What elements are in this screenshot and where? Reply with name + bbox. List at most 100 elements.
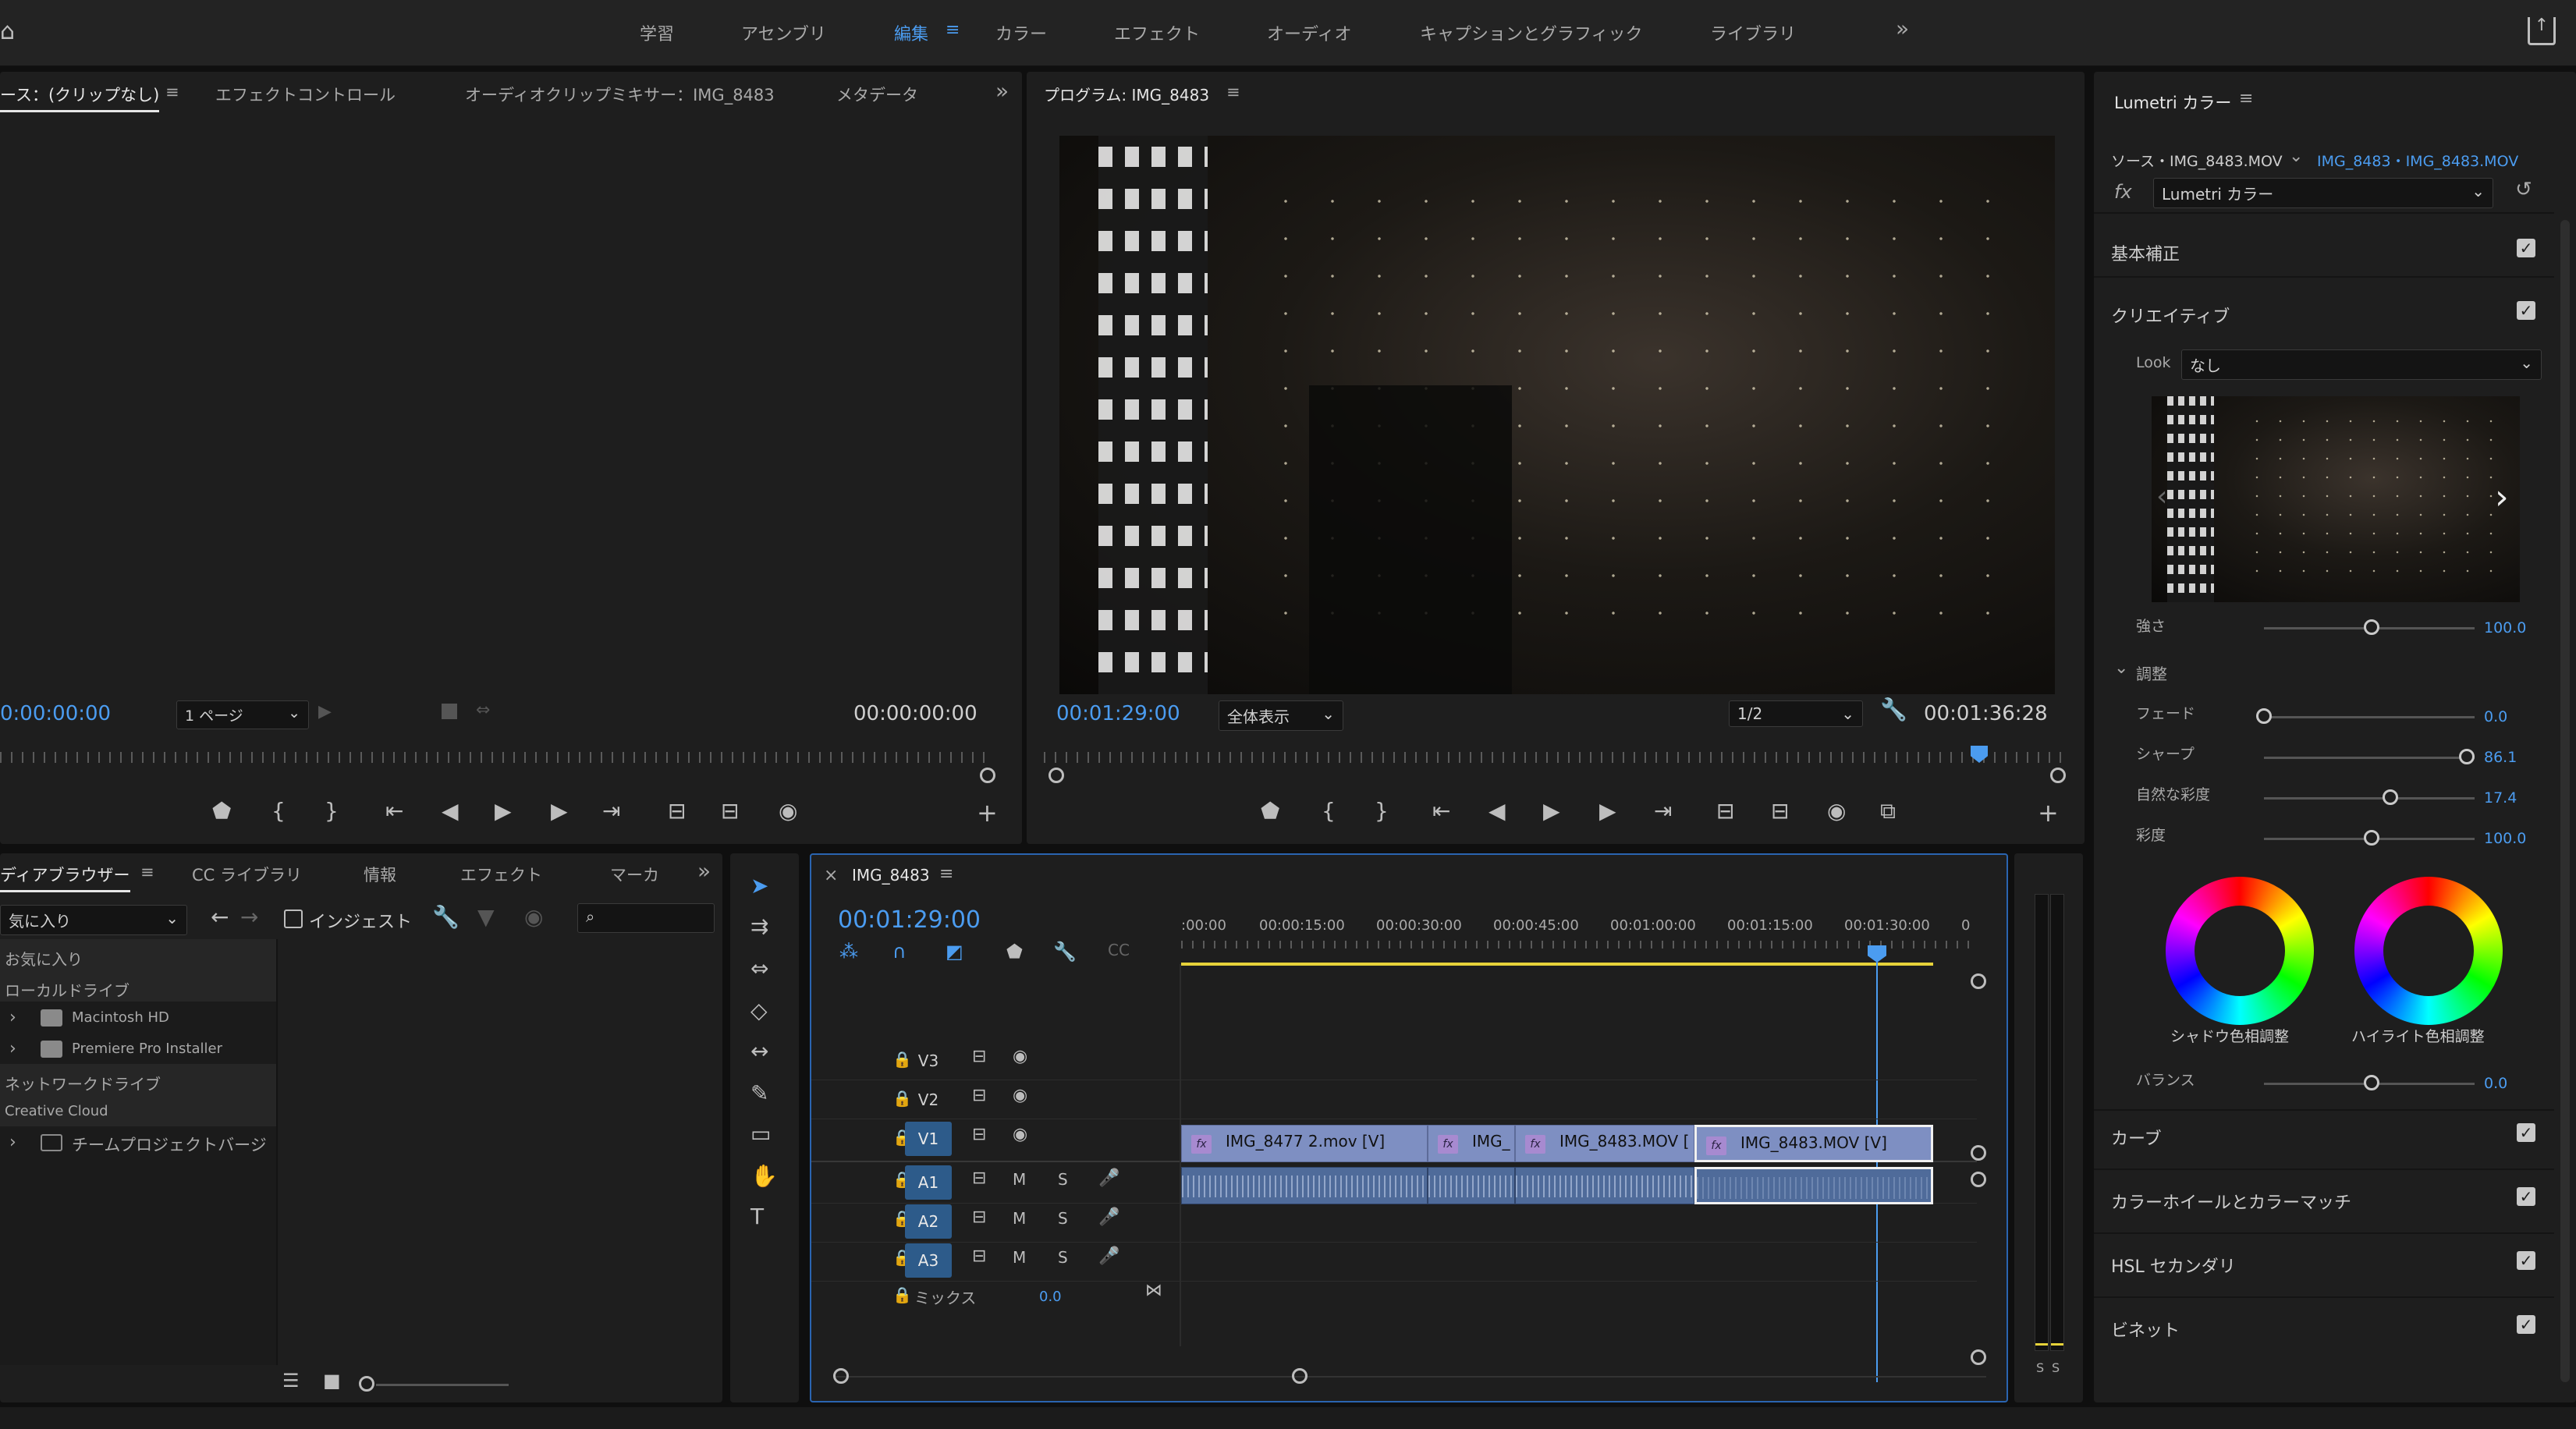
chevron-right-icon[interactable]: › [9,1039,16,1058]
tree-row-3[interactable]: › Premiere Pro Installer [0,1033,276,1064]
source-playhead-end[interactable] [980,768,995,783]
more-workspaces-icon[interactable]: » [1896,16,1909,41]
sequence-name[interactable]: IMG_8483 [852,866,930,885]
filter-icon[interactable]: ▼ [477,906,495,928]
video-clip-selected[interactable]: fx IMG_8483.MOV [V] [1694,1125,1933,1162]
step-forward-icon[interactable]: ▶ [551,800,568,822]
wheels-enable-checkbox[interactable]: ✓ [2517,1187,2535,1206]
go-to-in-icon[interactable]: ⇤ [1432,800,1450,822]
workspace-tab-effects[interactable]: エフェクト [1114,20,1200,45]
vignette-enable-checkbox[interactable]: ✓ [2517,1315,2535,1334]
video-clip[interactable]: fx IMG_8483.MOV [ [1515,1125,1694,1162]
lift-icon[interactable]: ⊟ [1716,800,1734,822]
program-time-ruler[interactable] [1044,752,2066,763]
mute-button[interactable]: M [1013,1250,1026,1265]
adjust-chevron-icon[interactable]: ⌄ [2114,658,2128,678]
timeline-timecode[interactable]: 00:01:29:00 [838,906,981,934]
wrench-icon[interactable]: 🔧 [432,906,459,928]
snap-icon[interactable]: ⁂ [839,942,858,961]
icon-view-icon[interactable]: ■ [323,1371,341,1390]
meter-solo-right[interactable]: S [2052,1360,2060,1375]
wrench-icon[interactable]: 🔧 [1880,699,1907,721]
source-timecode-in[interactable]: 0:00:00:00 [0,702,111,725]
search-input[interactable]: ⌕ [577,903,715,933]
section-creative-title[interactable]: クリエイティブ [2111,303,2230,328]
film-icon[interactable]: ⊟ [972,1209,986,1226]
intensity-value[interactable]: 100.0 [2484,619,2526,636]
vibrance-knob[interactable] [2383,789,2398,805]
playhead-head[interactable] [1868,945,1886,963]
tab-media-browser[interactable]: ディアブラウザー [0,863,130,892]
tree-row-4[interactable]: ネットワークドライブ [0,1064,276,1095]
film-icon[interactable]: ⊟ [972,1170,986,1187]
microphone-icon[interactable]: 🎤 [1098,1209,1119,1226]
workspace-tab-captions[interactable]: キャプションとグラフィック [1420,20,1643,45]
tab-info[interactable]: 情報 [364,863,396,886]
curves-enable-checkbox[interactable]: ✓ [2517,1123,2535,1142]
chevron-down-icon[interactable]: ⌄ [2289,147,2303,166]
track-a2-label[interactable]: A2 [905,1204,952,1239]
section-wheels-title[interactable]: カラーホイールとカラーマッチ [2111,1189,2351,1214]
target-clip-label[interactable]: IMG_8483・IMG_8483.MOV [2317,150,2518,171]
fade-slider[interactable] [2264,716,2475,718]
workspace-tab-color[interactable]: カラー [995,20,1047,45]
vertical-scroll-handle[interactable] [1971,1145,1986,1161]
mix-collapse-icon[interactable]: ⋈ [1145,1282,1162,1300]
compare-icon[interactable]: ⧉ [1880,800,1896,822]
drag-audio-icon[interactable]: ⇔ [476,700,490,720]
saturation-knob[interactable] [2364,830,2379,846]
film-icon[interactable]: ⊟ [972,1048,986,1066]
track-v1-label[interactable]: V1 [905,1122,952,1156]
workspace-tab-edit[interactable]: 編集 [894,20,928,45]
resolution-select[interactable]: 1/2 ⌄ [1729,700,1863,727]
marker-icon[interactable]: ⬟ [1006,942,1023,961]
sharpen-knob[interactable] [2459,749,2475,764]
sharpen-slider[interactable] [2264,757,2475,759]
workspace-tab-learn[interactable]: 学習 [640,20,674,45]
step-back-icon[interactable]: ◀ [442,800,459,822]
tree-row-6[interactable]: › チームプロジェクトバージ [0,1126,276,1158]
eye-icon[interactable]: ◉ [524,906,543,928]
captions-icon[interactable]: CC [1108,942,1130,958]
mark-out-icon[interactable]: } [325,800,339,822]
source-panel-menu-icon[interactable]: ≡ [165,83,179,101]
more-tabs-icon[interactable]: » [697,858,711,884]
microphone-icon[interactable]: 🎤 [1098,1170,1119,1187]
film-icon[interactable]: ⊟ [972,1087,986,1105]
section-vignette-title[interactable]: ビネット [2111,1317,2180,1342]
audio-clip[interactable] [1515,1167,1694,1204]
creative-enable-checkbox[interactable]: ✓ [2517,301,2535,320]
workspace-tab-libraries[interactable]: ライブラリ [1710,20,1796,45]
chevron-right-icon[interactable]: › [9,1008,16,1027]
lock-icon[interactable]: 🔒 [892,1287,912,1303]
reset-icon[interactable]: ↺ [2515,178,2532,201]
balance-knob[interactable] [2364,1075,2379,1090]
media-browser-menu-icon[interactable]: ≡ [140,863,154,881]
shadow-tint-wheel[interactable] [2166,877,2314,1025]
hand-tool-icon[interactable]: ✋ [750,1165,778,1187]
vibrance-slider[interactable] [2264,797,2475,800]
section-curves-title[interactable]: カーブ [2111,1125,2162,1150]
go-to-in-icon[interactable]: ⇤ [385,800,403,822]
vertical-scroll-handle[interactable] [1971,1172,1986,1187]
saturation-value[interactable]: 100.0 [2484,830,2526,847]
horizontal-scroll-start[interactable] [833,1368,849,1384]
video-clip[interactable]: fx IMG_ [1428,1125,1515,1162]
razor-tool-icon[interactable]: ◇ [750,1000,768,1022]
tree-row-1[interactable]: ローカルドライブ [0,970,276,1002]
pen-tool-icon[interactable]: ✎ [750,1083,768,1105]
camera-icon[interactable]: ◉ [779,800,797,822]
workspace-menu-icon[interactable]: ≡ [946,20,960,40]
solo-button[interactable]: S [1058,1211,1068,1226]
horizontal-scrollbar[interactable] [835,1376,1986,1378]
zoom-slider-knob[interactable] [359,1376,374,1392]
horizontal-scroll-end[interactable] [1292,1368,1308,1384]
mute-button[interactable]: M [1013,1172,1026,1187]
mark-out-icon[interactable]: } [1375,800,1389,822]
look-next-icon[interactable]: › [2495,477,2509,517]
step-back-icon[interactable]: ◀ [1488,800,1506,822]
look-select[interactable]: なし ⌄ [2181,349,2542,380]
basic-enable-checkbox[interactable]: ✓ [2517,239,2535,257]
tab-source[interactable]: ース：(クリップなし) [0,83,160,112]
audio-clip-selected[interactable] [1694,1167,1933,1204]
